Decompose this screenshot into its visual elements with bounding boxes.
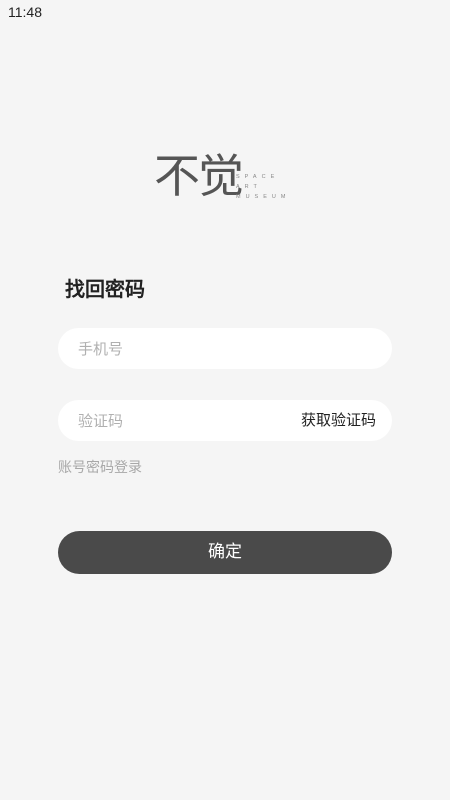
phone-field[interactable] (58, 328, 392, 369)
get-code-button[interactable]: 获取验证码 (301, 400, 376, 441)
status-bar: 11:48 (0, 0, 450, 26)
logo-sub-space: SPACE (236, 174, 280, 180)
forgot-password-screen: 11:48 不觉 SPACE ART MUSEUM 找回密码 获取验证码 账号密… (0, 0, 450, 800)
phone-input[interactable] (78, 328, 288, 369)
logo-sub-museum: MUSEUM (236, 194, 291, 200)
status-time: 11:48 (8, 4, 42, 20)
verification-code-input[interactable] (78, 400, 288, 441)
logo: 不觉 SPACE ART MUSEUM (154, 148, 304, 210)
verification-code-field[interactable]: 获取验证码 (58, 400, 392, 441)
confirm-button[interactable]: 确定 (58, 531, 392, 574)
logo-mark: 不觉 (154, 149, 244, 203)
page-title: 找回密码 (65, 277, 145, 301)
account-password-login-link[interactable]: 账号密码登录 (58, 457, 142, 477)
logo-sub-art: ART (236, 184, 262, 190)
